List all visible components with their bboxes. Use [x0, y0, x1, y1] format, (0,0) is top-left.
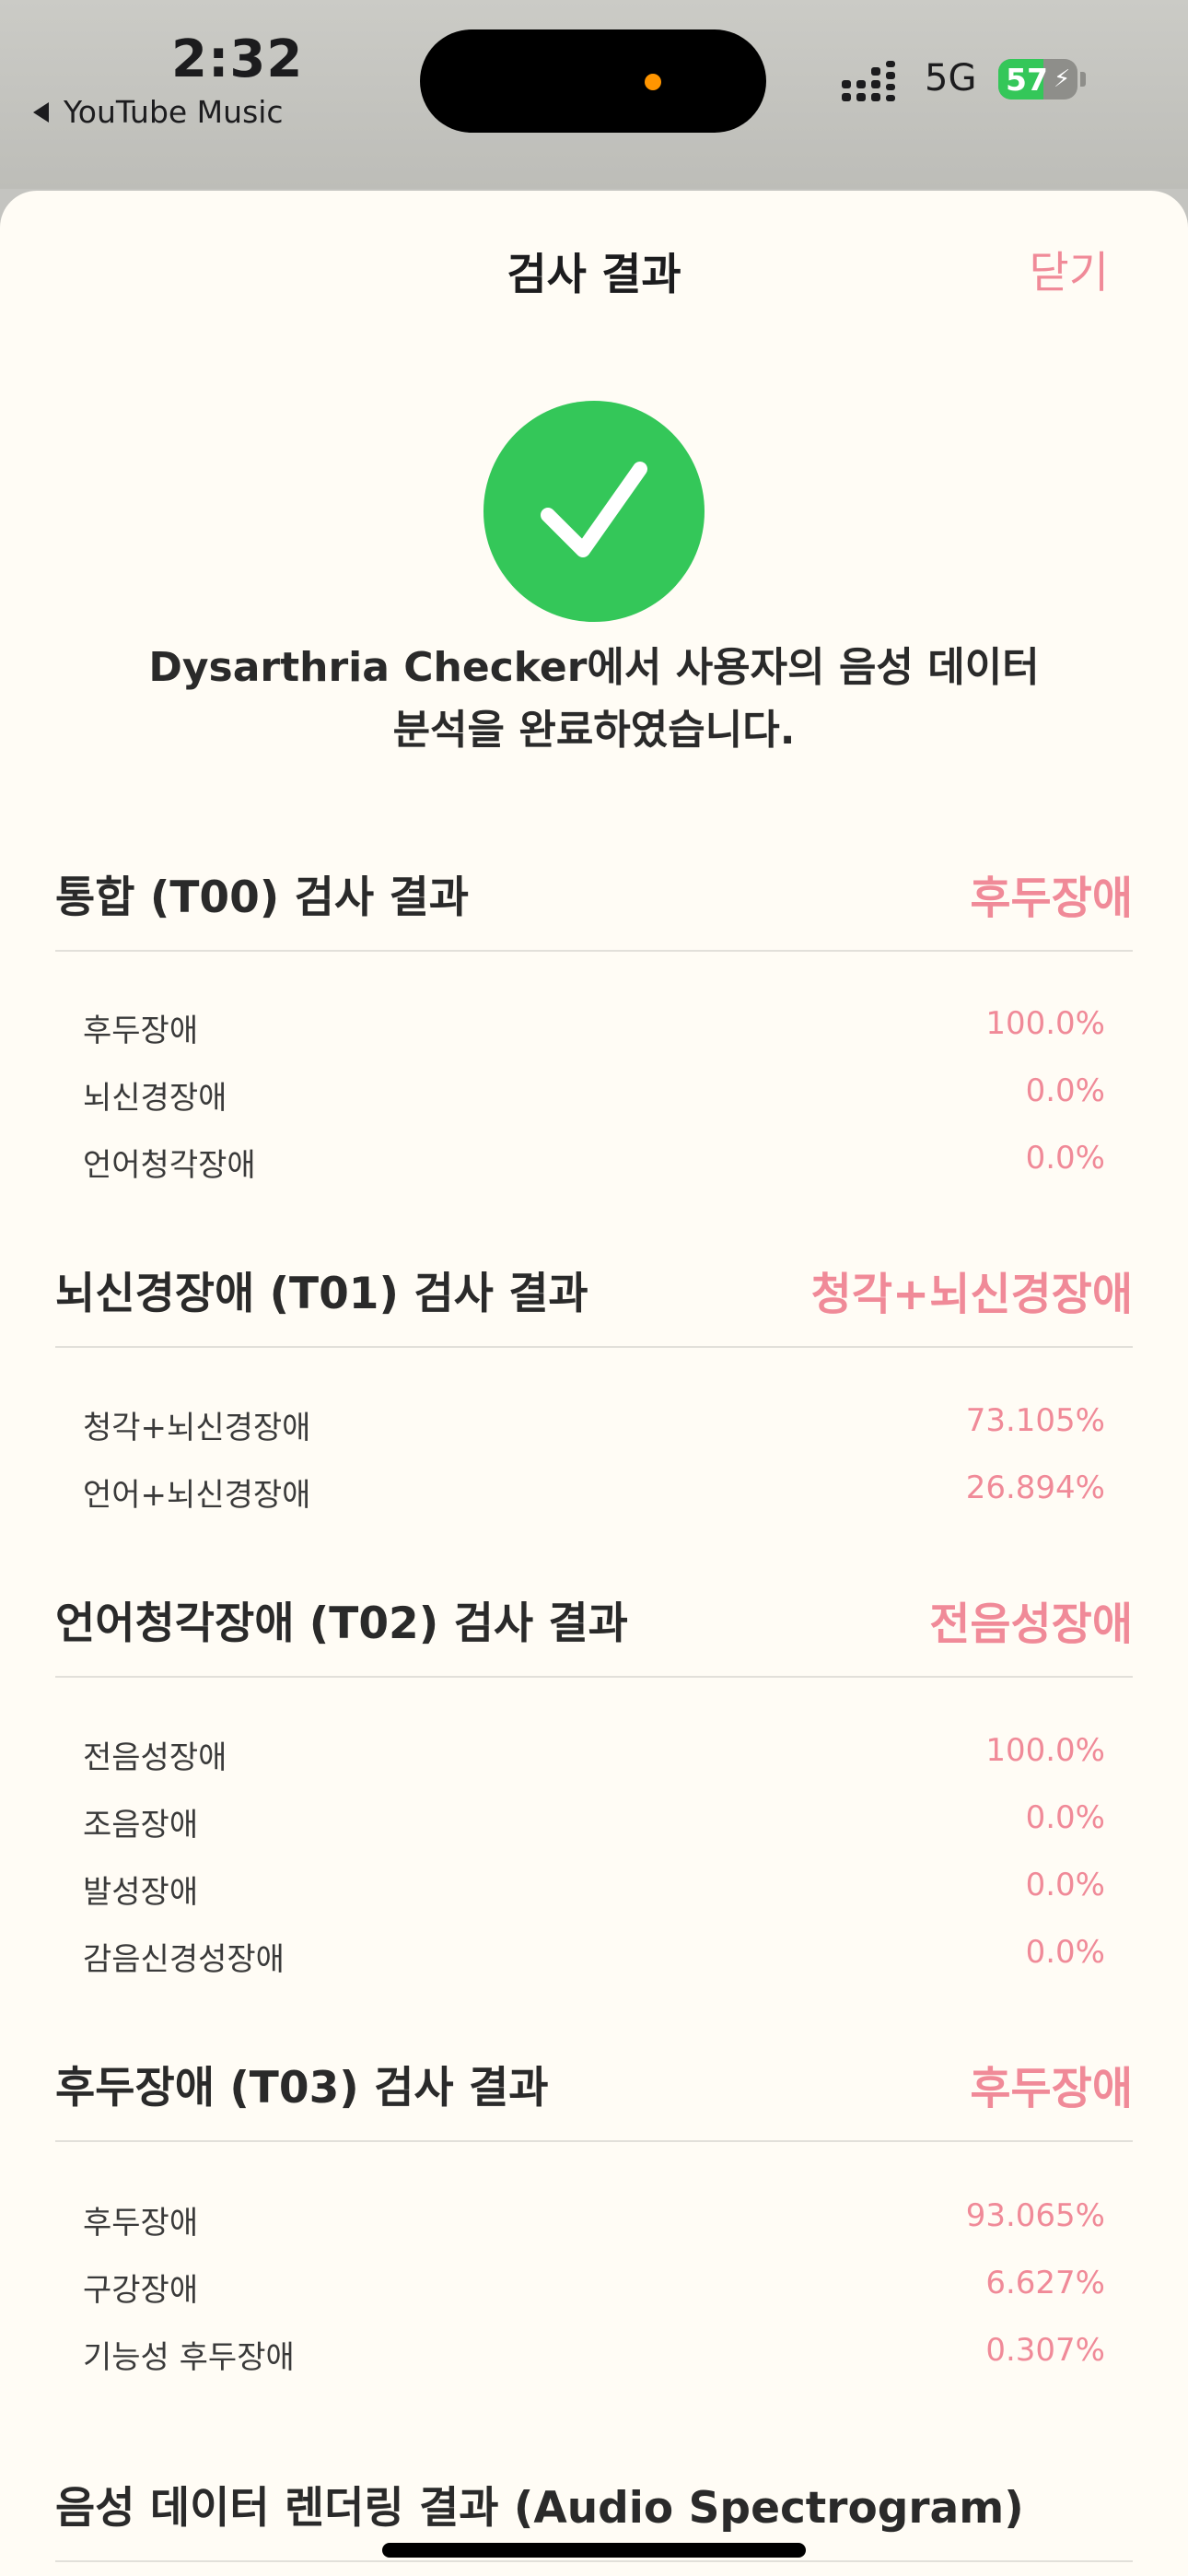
checkmark-circle-icon: [483, 401, 705, 622]
back-app-label: YouTube Music: [64, 94, 284, 130]
status-time: 2:32: [171, 29, 304, 89]
result-row-label: 청각+뇌신경장애: [83, 1410, 311, 1446]
completion-message-line-2: 분석을 완료하였습니다.: [392, 707, 796, 754]
charging-bolt-icon: ⚡: [1054, 65, 1071, 93]
privacy-indicator-icon: [645, 74, 661, 90]
section-result-badge: 청각+뇌신경장애: [810, 1269, 1133, 1320]
section-result-badge: 후두장애: [970, 872, 1133, 924]
result-row-value: 26.894%: [965, 1469, 1105, 1506]
result-row-label: 기능성 후두장애: [83, 2339, 295, 2376]
result-row-label: 전음성장애: [83, 1739, 227, 1776]
result-row: 언어청각장애 0.0%: [83, 1140, 1105, 1195]
result-row-label: 언어청각장애: [83, 1147, 256, 1184]
result-row: 기능성 후두장애 0.307%: [83, 2332, 1105, 2387]
battery-percent: 57: [1006, 62, 1048, 98]
result-row-value: 6.627%: [985, 2265, 1105, 2301]
signal-strength-icon: [842, 61, 895, 101]
section-header-t02: 언어청각장애 (T02) 검사 결과 전음성장애: [55, 1587, 1133, 1680]
result-row-value: 0.0%: [1025, 1140, 1105, 1177]
result-row-label: 후두장애: [83, 1013, 199, 1049]
network-type: 5G: [925, 57, 977, 100]
result-row: 후두장애 100.0%: [83, 1005, 1105, 1060]
result-row-value: 73.105%: [965, 1402, 1105, 1439]
completion-message: Dysarthria Checker에서 사용자의 음성 데이터 분석을 완료하…: [0, 637, 1188, 762]
completion-message-line-1: Dysarthria Checker에서 사용자의 음성 데이터: [148, 644, 1040, 691]
result-row: 뇌신경장애 0.0%: [83, 1072, 1105, 1128]
result-row-value: 0.0%: [1025, 1799, 1105, 1836]
section-title: 언어청각장애 (T02) 검사 결과: [55, 1598, 628, 1649]
result-row-value: 0.0%: [1025, 1934, 1105, 1971]
section-title: 뇌신경장애 (T01) 검사 결과: [55, 1269, 588, 1319]
result-row: 감음신경성장애 0.0%: [83, 1934, 1105, 1989]
result-row-label: 조음장애: [83, 1807, 199, 1844]
result-row: 후두장애 93.065%: [83, 2197, 1105, 2253]
section-divider: [55, 2560, 1133, 2562]
result-row: 구강장애 6.627%: [83, 2265, 1105, 2320]
result-row-label: 언어+뇌신경장애: [83, 1477, 311, 1514]
section-title: 후두장애 (T03) 검사 결과: [55, 2063, 549, 2113]
result-row-value: 0.307%: [985, 2332, 1105, 2369]
close-button[interactable]: 닫기: [1030, 237, 1109, 300]
dynamic-island: [420, 29, 766, 133]
result-row-value: 100.0%: [985, 1005, 1105, 1042]
result-row-value: 93.065%: [965, 2197, 1105, 2234]
section-header-t00: 통합 (T00) 검사 결과 후두장애: [55, 861, 1133, 954]
section-result-badge: 전음성장애: [929, 1598, 1133, 1650]
section-divider: [55, 2140, 1133, 2142]
result-row-label: 발성장애: [83, 1874, 199, 1911]
result-row: 전음성장애 100.0%: [83, 1732, 1105, 1787]
section-header-t01: 뇌신경장애 (T01) 검사 결과 청각+뇌신경장애: [55, 1258, 1133, 1350]
result-row-label: 구강장애: [83, 2272, 199, 2309]
result-row-value: 100.0%: [985, 1732, 1105, 1769]
result-row-value: 0.0%: [1025, 1072, 1105, 1109]
section-title: 통합 (T00) 검사 결과: [55, 872, 469, 923]
section-result-badge: 후두장애: [970, 2063, 1133, 2114]
back-to-app-link[interactable]: YouTube Music: [33, 94, 284, 130]
result-row: 발성장애 0.0%: [83, 1867, 1105, 1922]
result-row-label: 후두장애: [83, 2205, 199, 2242]
section-divider: [55, 950, 1133, 952]
back-arrow-icon: [33, 101, 49, 123]
checkmark-icon: [541, 462, 647, 557]
section-header-t03: 후두장애 (T03) 검사 결과 후두장애: [55, 2052, 1133, 2144]
result-row: 청각+뇌신경장애 73.105%: [83, 1402, 1105, 1458]
result-row-label: 뇌신경장애: [83, 1080, 227, 1117]
section-divider: [55, 1346, 1133, 1348]
home-indicator[interactable]: [382, 2543, 806, 2558]
battery-cap: [1080, 72, 1086, 87]
sheet-title: 검사 결과: [507, 250, 681, 300]
result-row-value: 0.0%: [1025, 1867, 1105, 1903]
result-row: 조음장애 0.0%: [83, 1799, 1105, 1855]
result-row: 언어+뇌신경장애 26.894%: [83, 1469, 1105, 1525]
section-divider: [55, 1676, 1133, 1678]
battery-icon: 57 ⚡: [998, 59, 1077, 100]
results-sheet: 검사 결과 닫기 Dysarthria Checker에서 사용자의 음성 데이…: [0, 191, 1188, 2576]
spectrogram-section-title: 음성 데이터 렌더링 결과 (Audio Spectrogram): [55, 2483, 1024, 2534]
result-row-label: 감음신경성장애: [83, 1941, 285, 1978]
status-bar: 2:32 YouTube Music 5G 57 ⚡: [0, 0, 1188, 189]
